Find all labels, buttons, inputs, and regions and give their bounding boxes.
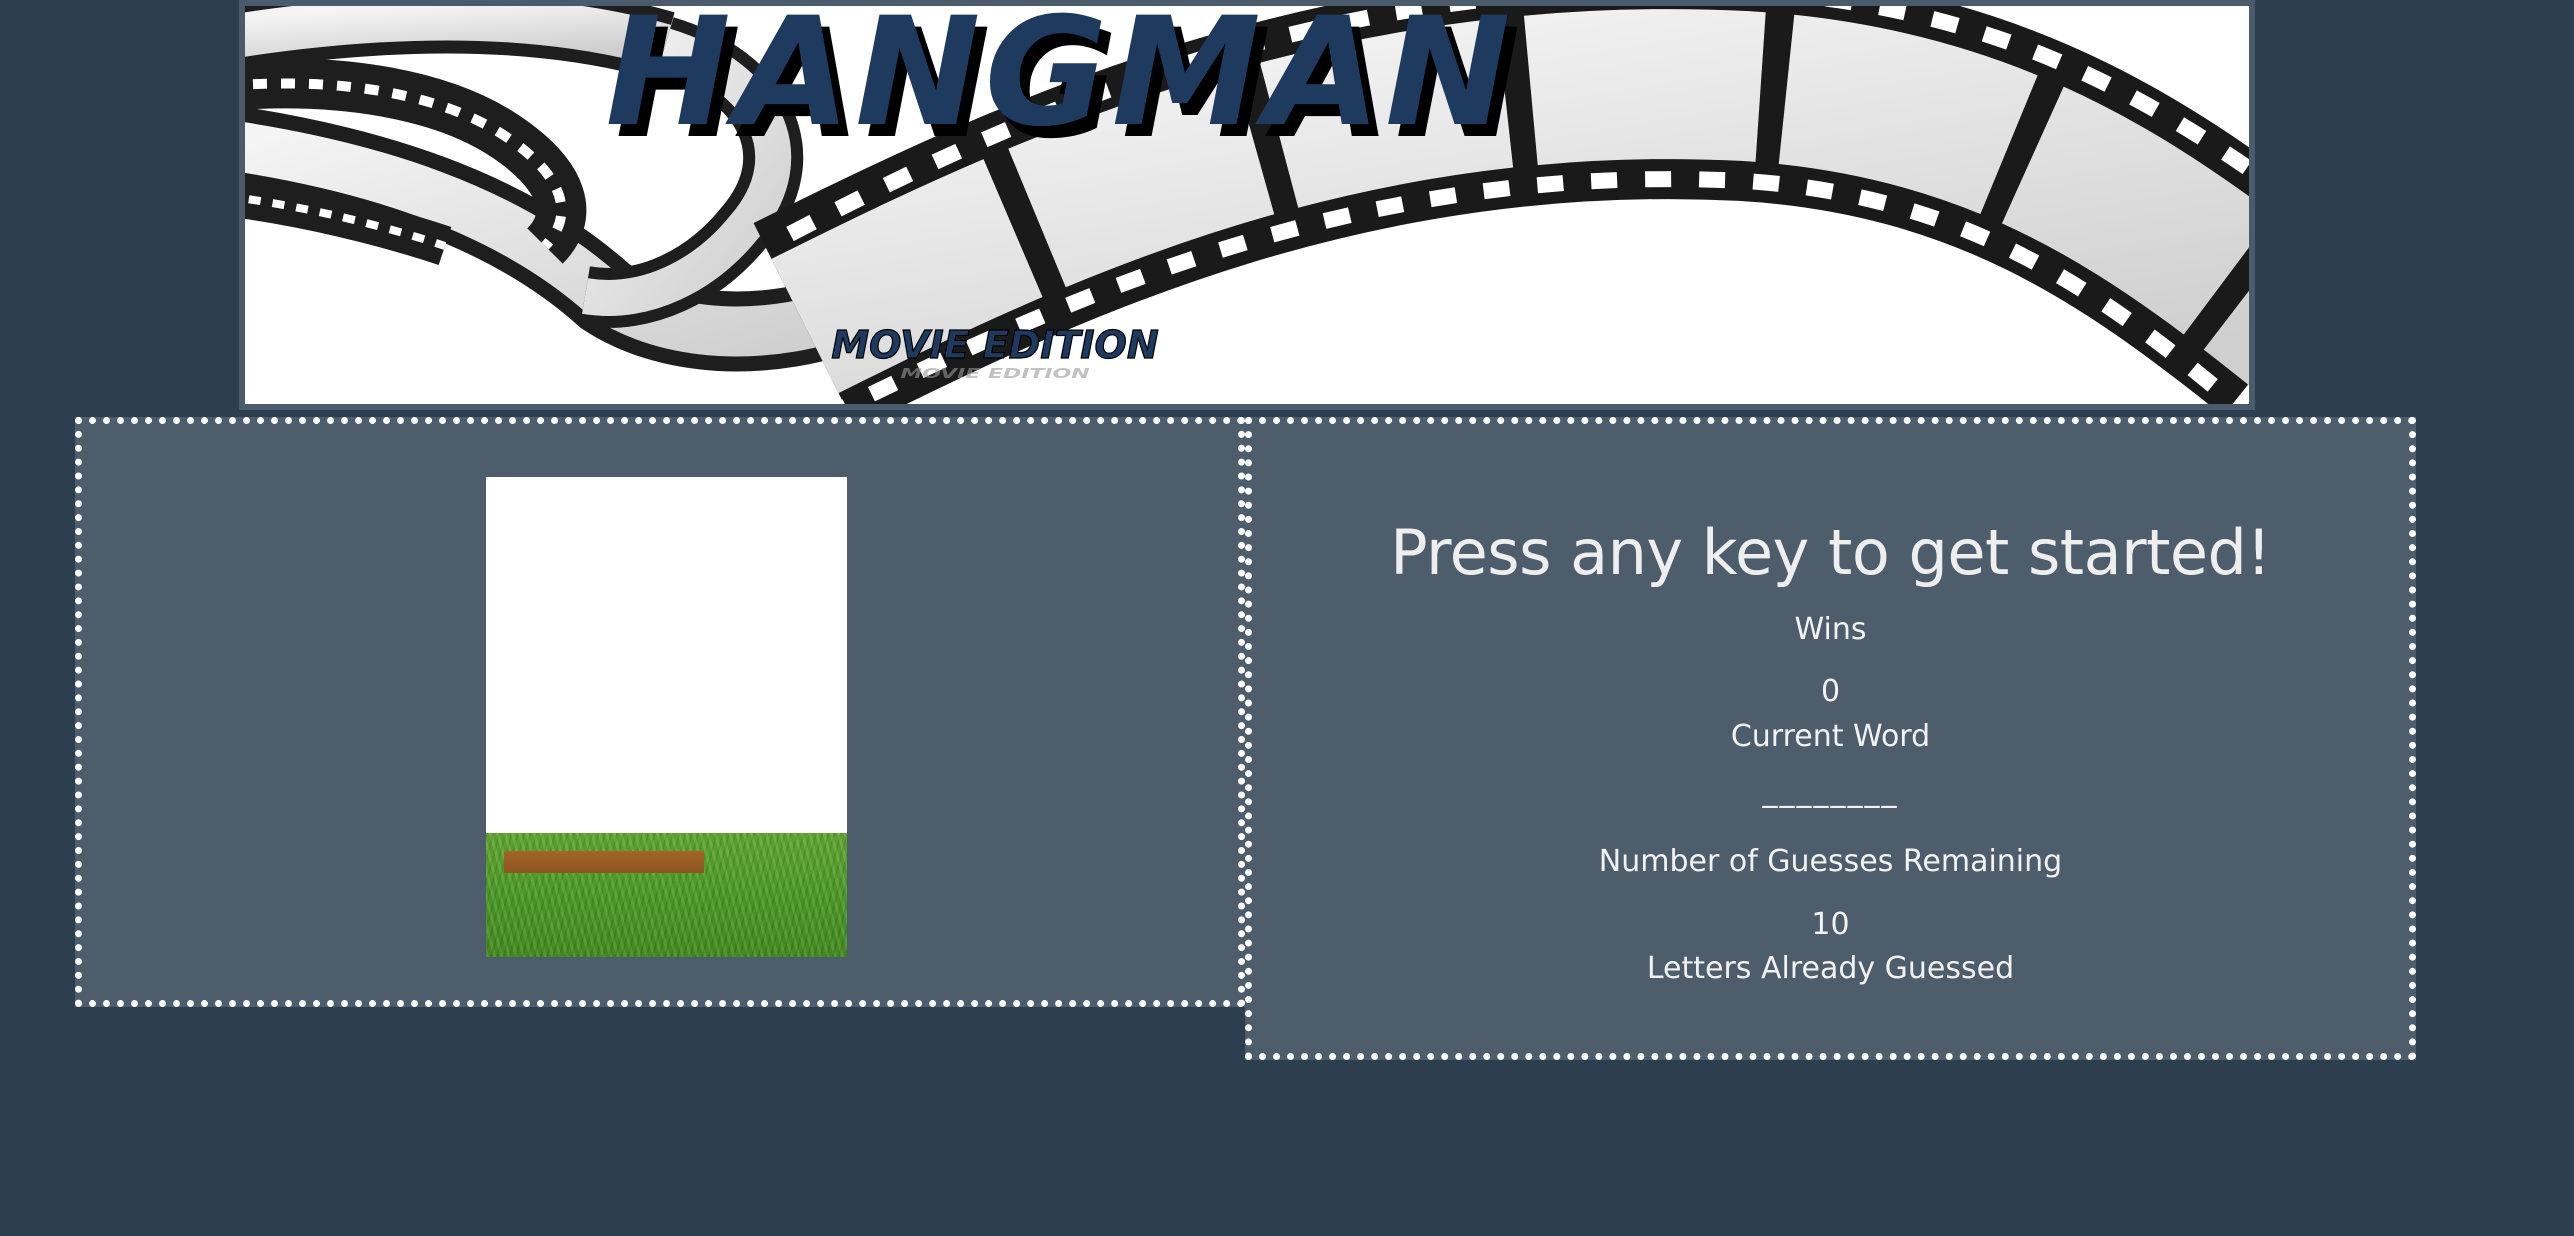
current-word-blanks: ________ — [1762, 774, 1899, 809]
svg-text:MOVIE EDITION: MOVIE EDITION — [831, 323, 1158, 367]
hangman-title-logo: HANGMAN HANGMAN — [605, 6, 1520, 172]
svg-text:HANGMAN: HANGMAN — [605, 6, 1514, 160]
start-prompt: Press any key to get started! — [1390, 516, 2271, 589]
hangman-image — [486, 477, 847, 957]
svg-text:MOVIE EDITION: MOVIE EDITION — [900, 366, 1089, 381]
current-word-label: Current Word — [1730, 719, 1931, 754]
hangman-panel — [75, 417, 1245, 1007]
grass-ground — [486, 833, 847, 957]
hangman-banner: HANGMAN HANGMAN MOVIE EDITION MOVIE EDIT… — [239, 0, 2255, 410]
guesses-remaining-count: 10 — [1811, 907, 1850, 942]
wins-count: 0 — [1820, 674, 1841, 709]
game-info-panel: Press any key to get started! Wins 0 Cur… — [1245, 417, 2416, 1060]
guesses-remaining-label: Number of Guesses Remaining — [1598, 844, 2063, 879]
letters-guessed-label: Letters Already Guessed — [1646, 951, 2015, 986]
film-strip-graphic: HANGMAN HANGMAN MOVIE EDITION MOVIE EDIT… — [245, 6, 2249, 404]
wins-label: Wins — [1794, 612, 1867, 647]
gallows-plank — [504, 851, 704, 873]
